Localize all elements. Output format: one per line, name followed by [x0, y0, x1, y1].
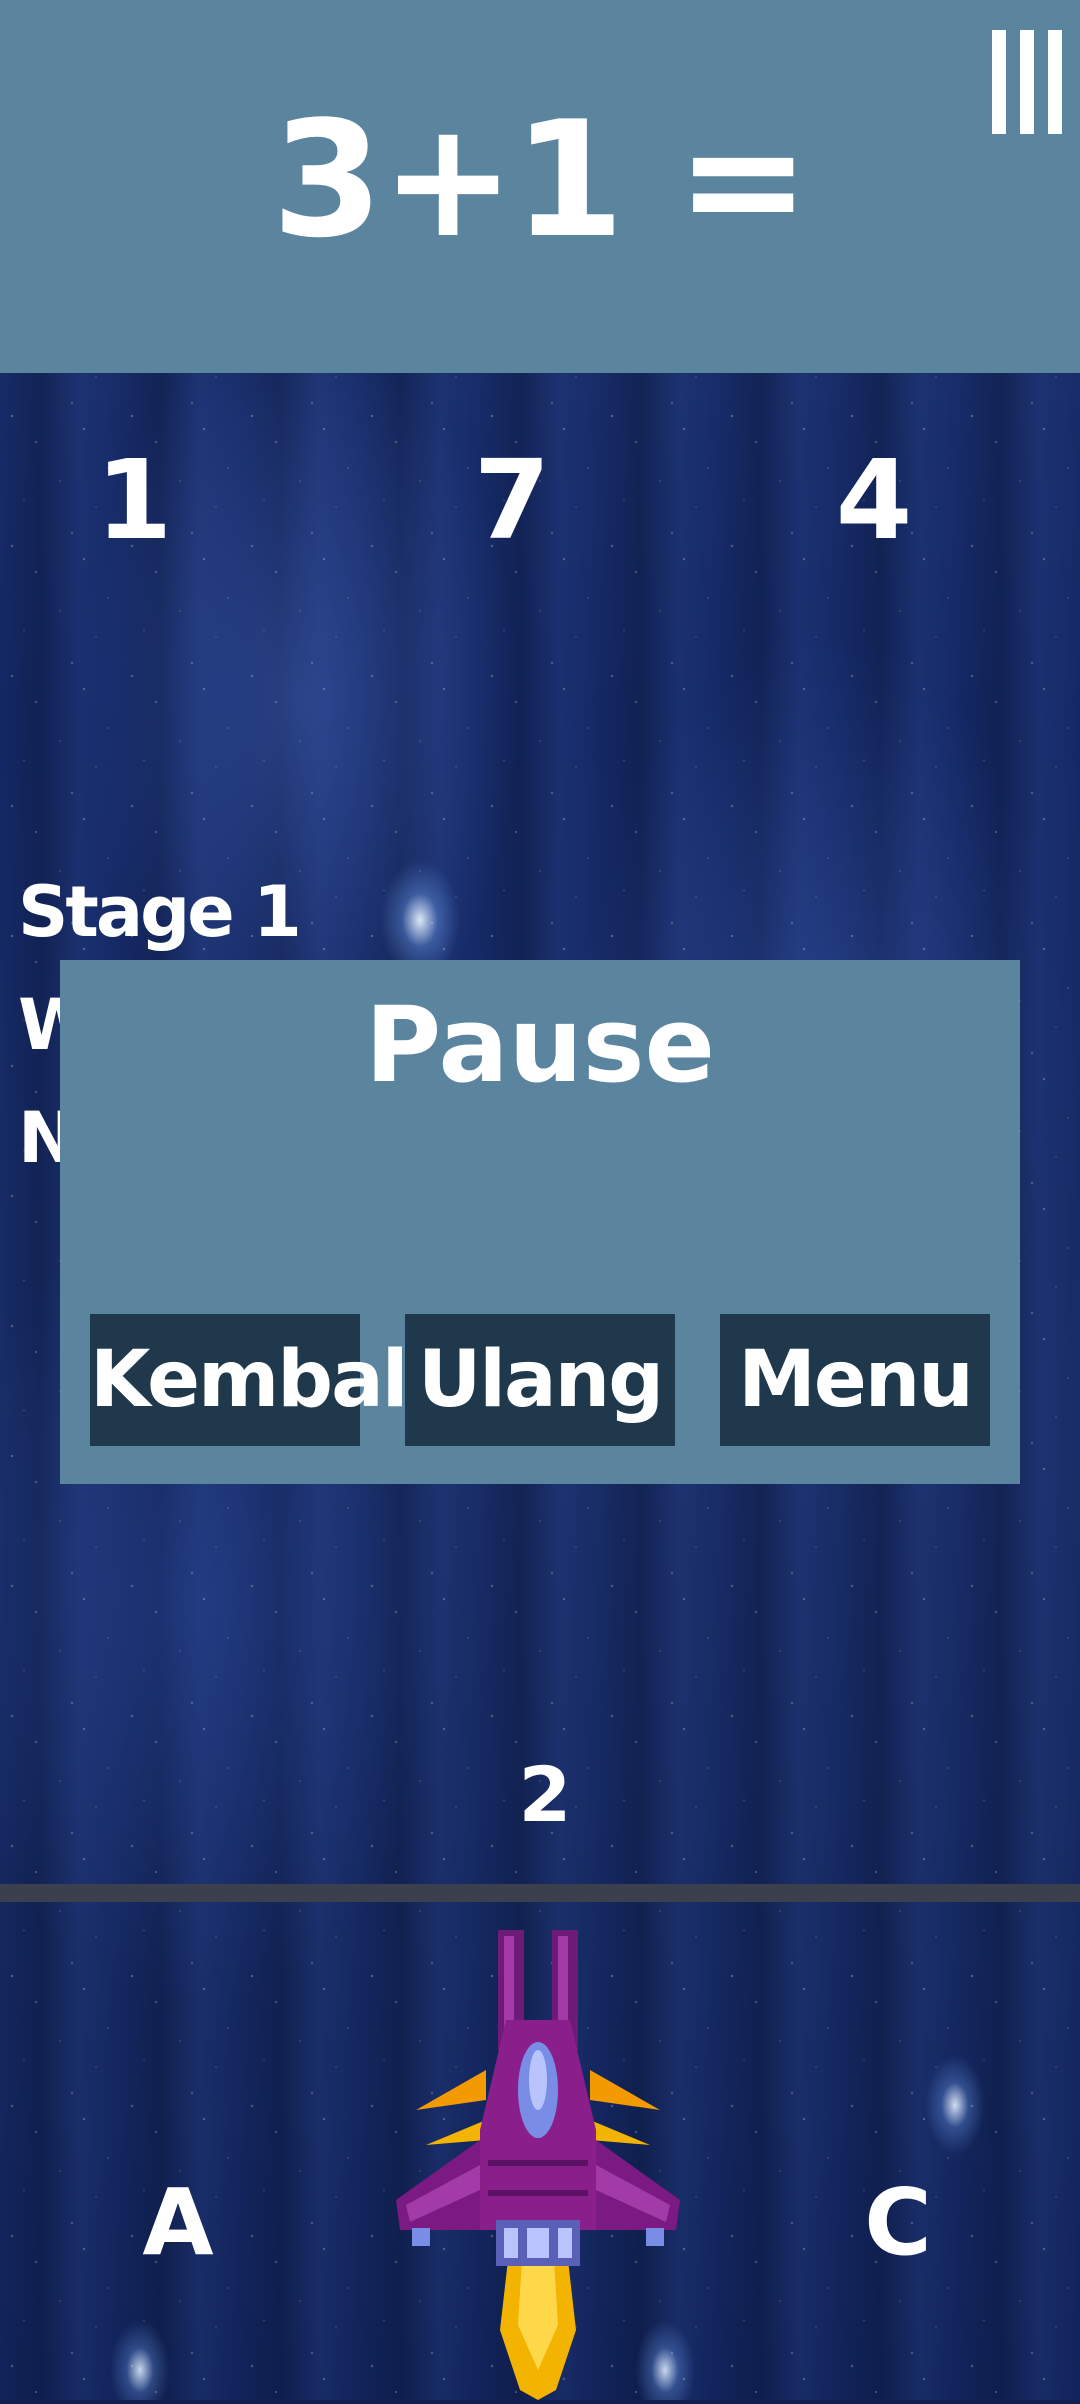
answer-option-3[interactable]: 4	[804, 440, 944, 560]
player-spaceship-icon[interactable]	[396, 1930, 680, 2400]
divider-line	[0, 1884, 1080, 1902]
answer-option-2[interactable]: 7	[442, 440, 582, 560]
stage-label: Stage 1	[18, 871, 302, 953]
resume-button[interactable]: Kembali	[90, 1314, 433, 1446]
pause-dialog: Pause Kembali Ulang Menu	[60, 960, 1020, 1484]
falling-number: 2	[518, 1750, 572, 1839]
restart-button[interactable]: Ulang	[405, 1314, 675, 1446]
pause-title: Pause	[364, 984, 716, 1106]
menu-bars-icon[interactable]	[992, 30, 1062, 134]
question-bar: 3+1 =	[0, 0, 1080, 373]
lane-left-label[interactable]: A	[118, 2168, 238, 2278]
menu-button[interactable]: Menu	[720, 1314, 990, 1446]
lane-right-label[interactable]: C	[838, 2168, 958, 2278]
math-question: 3+1 =	[271, 86, 810, 273]
answer-option-1[interactable]: 1	[64, 440, 204, 560]
